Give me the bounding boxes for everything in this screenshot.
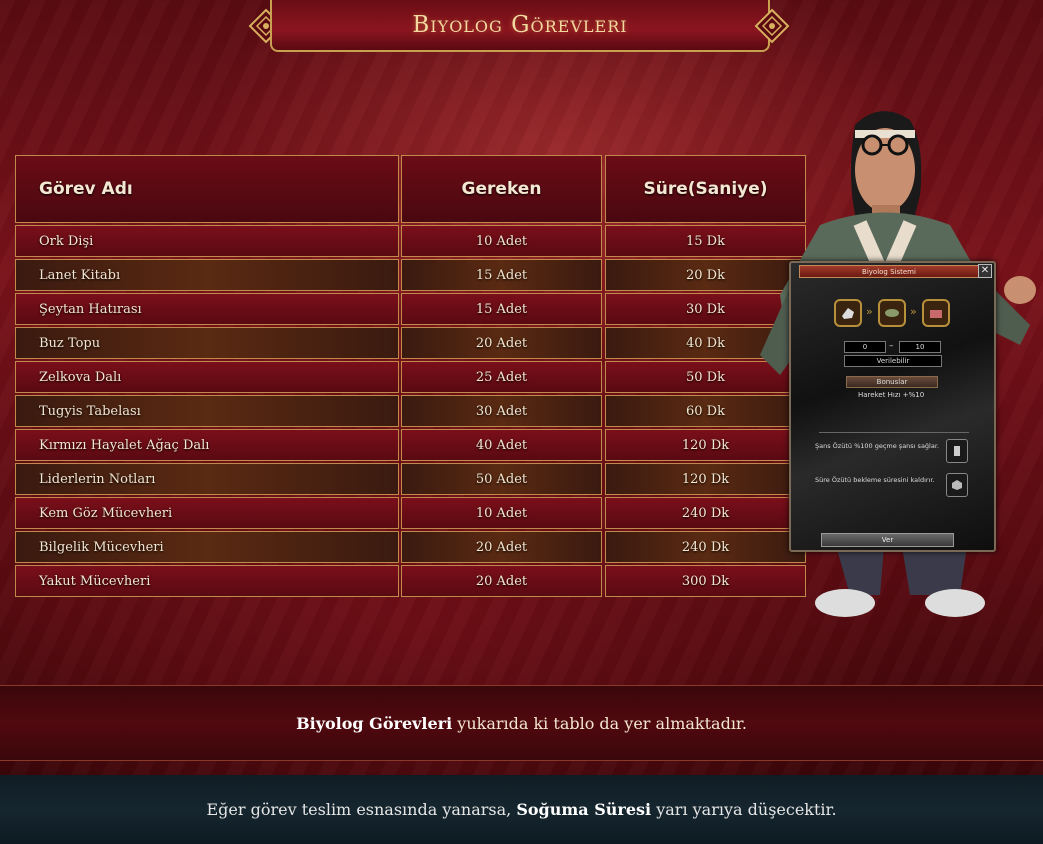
cooldown-band: Eğer görev teslim esnasında yanarsa, Soğ… xyxy=(0,775,1043,844)
required-cell: 25 Adet xyxy=(401,361,602,393)
task-name-cell: Şeytan Hatırası xyxy=(15,293,399,325)
task-name-cell: Lanet Kitabı xyxy=(15,259,399,291)
required-cell: 10 Adet xyxy=(401,225,602,257)
required-cell: 50 Adet xyxy=(401,463,602,495)
info-band: Biyolog Görevleri yukarıda ki tablo da y… xyxy=(0,685,1043,761)
cooldown-prefix: Eğer görev teslim esnasında yanarsa, xyxy=(206,800,517,819)
required-cell: 10 Adet xyxy=(401,497,602,529)
cooldown-highlight: Soğuma Süresi xyxy=(516,800,652,819)
required-cell: 20 Adet xyxy=(401,565,602,597)
count-current-field: 0 xyxy=(844,341,886,353)
task-name-cell: Bilgelik Mücevheri xyxy=(15,531,399,563)
arrow-icon: » xyxy=(866,305,873,318)
required-cell: 15 Adet xyxy=(401,259,602,291)
header-required: Gereken xyxy=(401,155,602,223)
required-cell: 15 Adet xyxy=(401,293,602,325)
task-name-cell: Zelkova Dalı xyxy=(15,361,399,393)
count-separator-icon: – xyxy=(889,341,894,351)
task-name-cell: Kırmızı Hayalet Ağaç Dalı xyxy=(15,429,399,461)
bonus-value: Hareket Hızı +%10 xyxy=(858,391,925,399)
item-slot-1[interactable] xyxy=(834,299,862,327)
status-label: Verilebilir xyxy=(844,355,942,367)
required-cell: 20 Adet xyxy=(401,531,602,563)
vial-icon xyxy=(954,446,960,456)
task-name-cell: Buz Topu xyxy=(15,327,399,359)
required-cell: 20 Adet xyxy=(401,327,602,359)
required-cell: 30 Adet xyxy=(401,395,602,427)
title-banner: Biyolog Görevleri xyxy=(270,0,770,52)
task-name-cell: Yakut Mücevheri xyxy=(15,565,399,597)
box-icon xyxy=(930,310,942,318)
cube-icon xyxy=(952,480,962,490)
stone-icon xyxy=(842,308,854,319)
count-total-field: 10 xyxy=(899,341,941,353)
window-title: Biyolog Sistemi xyxy=(799,265,979,278)
task-name-cell: Liderlerin Notları xyxy=(15,463,399,495)
time-essence-slot[interactable] xyxy=(946,473,968,497)
give-button[interactable]: Ver xyxy=(821,533,954,547)
item-slot-3[interactable] xyxy=(922,299,950,327)
task-name-cell: Kem Göz Mücevheri xyxy=(15,497,399,529)
close-button[interactable]: ✕ xyxy=(978,264,992,278)
task-name-cell: Tugyis Tabelası xyxy=(15,395,399,427)
divider xyxy=(819,432,969,433)
time-essence-text: Süre Özütü bekleme süresini kaldırır. xyxy=(815,476,935,484)
required-cell: 40 Adet xyxy=(401,429,602,461)
biologist-window: Biyolog Sistemi ✕ » » 0 – 10 Verilebilir… xyxy=(789,261,996,552)
cooldown-suffix: yarı yarıya düşecektir. xyxy=(651,800,837,819)
info-text: yukarıda ki tablo da yer almaktadır. xyxy=(452,713,747,733)
task-name-cell: Ork Dişi xyxy=(15,225,399,257)
info-highlight: Biyolog Görevleri xyxy=(296,713,453,733)
scroll-icon xyxy=(885,309,899,317)
item-slot-2[interactable] xyxy=(878,299,906,327)
bonus-button[interactable]: Bonuslar xyxy=(846,376,938,388)
ornament-right-icon xyxy=(754,8,790,44)
header-task-name: Görev Adı xyxy=(15,155,399,223)
page-title: Biyolog Görevleri xyxy=(412,12,628,38)
chance-essence-slot[interactable] xyxy=(946,439,968,463)
arrow-icon: » xyxy=(910,305,917,318)
chance-essence-text: Şans Özütü %100 geçme şansı sağlar. xyxy=(815,442,939,450)
